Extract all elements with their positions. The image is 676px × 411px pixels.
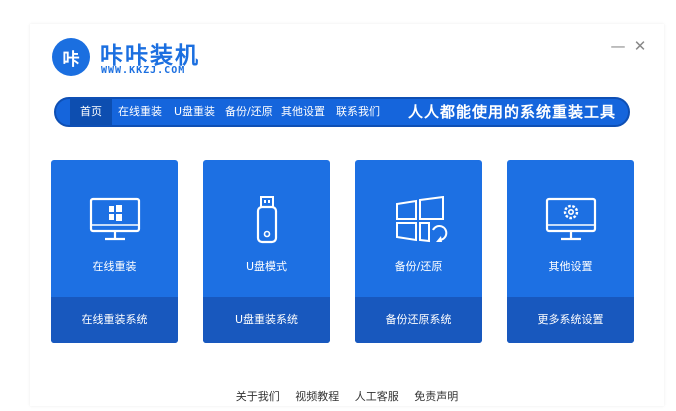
footer-link-support[interactable]: 人工客服 [355,390,399,403]
footer-link-video-tutorial[interactable]: 视频教程 [295,390,339,403]
close-button[interactable]: ✕ [632,38,648,54]
nav-online-reinstall[interactable]: 在线重装 [118,99,162,125]
card-title: 备份/还原 [394,260,443,273]
footer-links: 关于我们 视频教程 人工客服 免责声明 [30,388,664,404]
monitor-windows-icon [51,196,178,250]
card-footer-online-reinstall[interactable]: 在线重装系统 [51,297,178,343]
minimize-button[interactable]: — [610,38,626,54]
app-url: WWW.KKZJ.COM [101,65,186,76]
nav-slogan: 人人都能使用的系统重装工具 [407,103,616,121]
nav-contact-us[interactable]: 联系我们 [336,99,380,125]
windows-restore-icon [355,196,482,250]
card-title: U盘模式 [245,260,288,273]
nav-usb-reinstall[interactable]: U盘重装 [174,99,215,125]
card-footer-more-settings[interactable]: 更多系统设置 [507,297,634,343]
app-logo: 咔 [52,38,90,76]
card-footer-backup-restore[interactable]: 备份还原系统 [355,297,482,343]
usb-drive-icon [203,196,330,250]
card-footer-usb-reinstall[interactable]: U盘重装系统 [203,297,330,343]
monitor-gear-icon [507,196,634,250]
footer-link-disclaimer[interactable]: 免责声明 [414,390,458,403]
nav-backup-restore[interactable]: 备份/还原 [225,99,273,125]
card-usb-mode[interactable]: U盘模式 U盘重装系统 [203,160,330,343]
logo-glyph: 咔 [62,49,80,70]
nav-bar: 首页 在线重装 U盘重装 备份/还原 其他设置 联系我们 人人都能使用的系统重装… [54,97,630,127]
app-window: 咔 咔咔装机 WWW.KKZJ.COM — ✕ 首页 在线重装 U盘重装 备份/… [30,24,664,406]
card-title: 其他设置 [548,260,593,273]
card-other-settings[interactable]: 其他设置 更多系统设置 [507,160,634,343]
nav-other-settings[interactable]: 其他设置 [281,99,325,125]
card-backup-restore[interactable]: 备份/还原 备份还原系统 [355,160,482,343]
card-title: 在线重装 [92,260,137,273]
card-online-reinstall[interactable]: 在线重装 在线重装系统 [51,160,178,343]
footer-link-about[interactable]: 关于我们 [236,390,280,403]
nav-home[interactable]: 首页 [70,99,112,125]
